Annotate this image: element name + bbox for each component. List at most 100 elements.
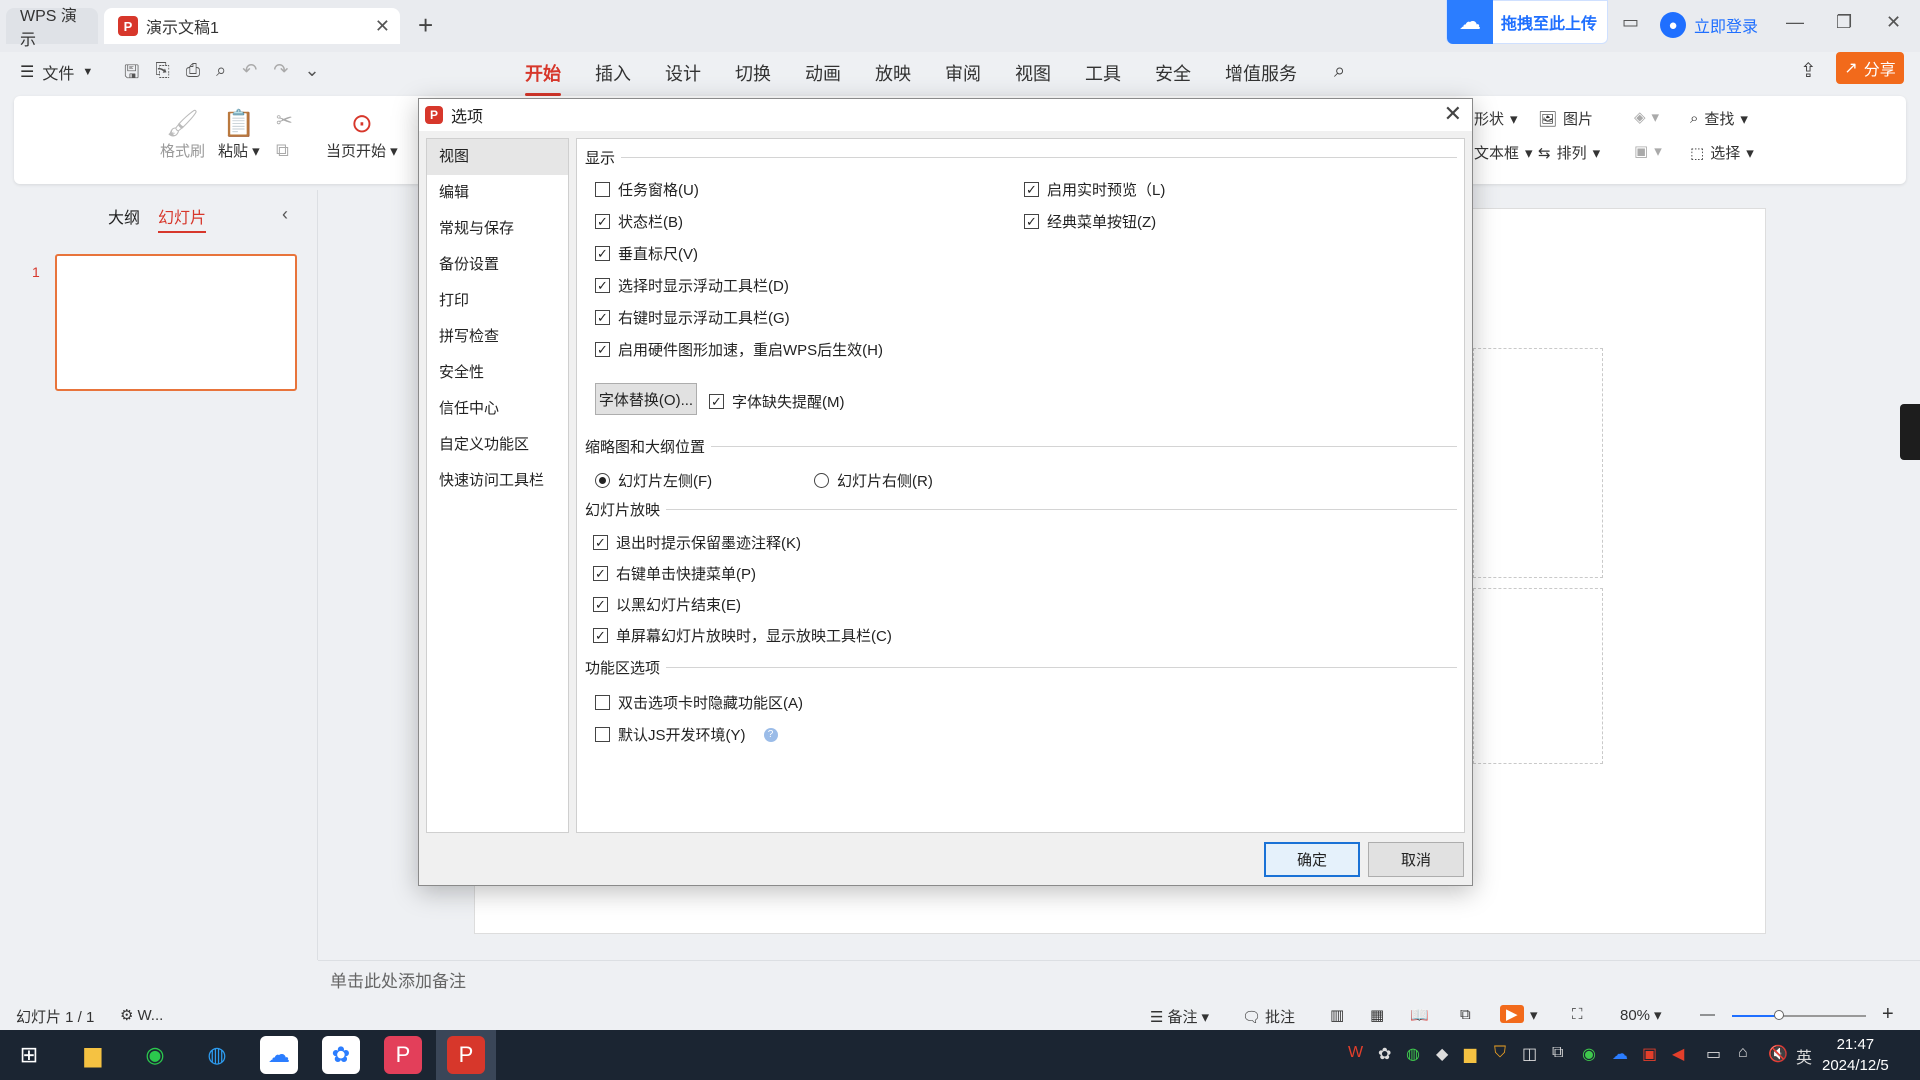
code-tray-icon[interactable]: ◆	[1436, 1044, 1448, 1064]
option-checkbox[interactable]: 默认JS开发环境(Y)?	[595, 724, 778, 745]
thumb-position-radio[interactable]: 幻灯片左侧(F)	[595, 470, 712, 491]
tab-3[interactable]: 切换	[718, 52, 788, 96]
options-nav-item[interactable]: 备份设置	[427, 247, 568, 283]
notification-tray-icon[interactable]: ◀	[1672, 1044, 1684, 1064]
wechat-tray-icon[interactable]: ◉	[1582, 1044, 1596, 1064]
app-home-tab[interactable]: WPS 演示	[6, 8, 98, 49]
options-nav-item[interactable]: 安全性	[427, 355, 568, 391]
option-checkbox[interactable]: ✓ 选择时显示浮动工具栏(D)	[595, 275, 789, 296]
cloud-app-icon[interactable]: ☁	[260, 1036, 298, 1074]
tab-slides[interactable]: 幻灯片	[158, 204, 207, 233]
print-preview-icon[interactable]: ⌕	[216, 60, 226, 90]
reading-view-icon[interactable]: 📖	[1410, 1006, 1429, 1024]
print-icon[interactable]: ⎙	[186, 60, 200, 90]
option-checkbox[interactable]: ✓ 单屏幕幻灯片放映时，显示放映工具栏(C)	[593, 625, 892, 646]
close-window-icon[interactable]: ✕	[1886, 12, 1901, 33]
option-checkbox[interactable]: 双击选项卡时隐藏功能区(A)	[595, 692, 803, 713]
cancel-button[interactable]: 取消	[1368, 842, 1464, 877]
edge-browser-icon[interactable]: ◍	[198, 1036, 236, 1074]
zoom-slider-knob[interactable]	[1773, 1010, 1784, 1020]
options-nav-item[interactable]: 拼写检查	[427, 319, 568, 355]
collapse-panel-icon[interactable]: ‹	[282, 204, 288, 225]
window-tile-icon[interactable]: ▭	[1622, 12, 1639, 33]
option-checkbox[interactable]: ✓ 经典菜单按钮(Z)	[1024, 211, 1156, 232]
restore-icon[interactable]: ❐	[1836, 12, 1852, 33]
cloud-tray-icon[interactable]: ☁	[1612, 1044, 1628, 1064]
login-button[interactable]: ● 立即登录	[1660, 12, 1758, 38]
help-icon[interactable]: ?	[763, 727, 778, 742]
tab-6[interactable]: 审阅	[928, 52, 998, 96]
select-button[interactable]: ⬚ 选择 ▾	[1690, 142, 1754, 163]
tab-7[interactable]: 视图	[998, 52, 1068, 96]
wps-office-icon[interactable]: P	[384, 1036, 422, 1074]
copy-icon[interactable]: ⧉	[276, 140, 289, 161]
option-checkbox[interactable]: ✓ 右键时显示浮动工具栏(G)	[595, 307, 790, 328]
textbox-button[interactable]: 文本框 ▾	[1474, 142, 1533, 163]
title-placeholder[interactable]	[1473, 348, 1603, 578]
tab-5[interactable]: 放映	[858, 52, 928, 96]
ime-indicator[interactable]: 英	[1796, 1044, 1812, 1068]
shape-button[interactable]: 形状 ▾	[1474, 108, 1518, 129]
tab-10[interactable]: 增值服务	[1208, 52, 1314, 96]
baidu-netdisk-icon[interactable]: ✿	[322, 1036, 360, 1074]
wps-tray-icon[interactable]: W	[1348, 1044, 1363, 1062]
side-panel-handle[interactable]	[1900, 404, 1920, 460]
option-checkbox[interactable]: 任务窗格(U)	[595, 179, 699, 200]
window-tray-icon[interactable]: ⧉	[1552, 1044, 1563, 1062]
play-from-current-button[interactable]: ⊙ 当页开始 ▾	[326, 106, 398, 161]
zoom-level[interactable]: 80% ▾	[1620, 1006, 1662, 1025]
windows-start-icon[interactable]: ⊞	[10, 1036, 48, 1074]
options-nav-item[interactable]: 自定义功能区	[427, 427, 568, 463]
document-tab[interactable]: P 演示文稿1 ✕	[104, 8, 400, 44]
zoom-out-icon[interactable]: —	[1700, 1006, 1715, 1023]
tab-8[interactable]: 工具	[1068, 52, 1138, 96]
slide-thumbnail[interactable]	[55, 254, 297, 391]
tab-2[interactable]: 设计	[648, 52, 718, 96]
notes-toggle[interactable]: ☰ 备注 ▾	[1150, 1006, 1209, 1027]
fit-window-icon[interactable]: ⛶	[1572, 1006, 1583, 1023]
tab-outline[interactable]: 大纲	[108, 204, 140, 233]
network-icon[interactable]: ⌂	[1738, 1044, 1748, 1062]
edge-tray-icon[interactable]: ◍	[1406, 1044, 1420, 1064]
tab-1[interactable]: 插入	[578, 52, 648, 96]
option-checkbox[interactable]: ✓ 状态栏(B)	[595, 211, 683, 232]
new-tab-button[interactable]: +	[418, 12, 433, 38]
options-nav-item[interactable]: 信任中心	[427, 391, 568, 427]
zoom-slider[interactable]	[1732, 1010, 1866, 1020]
tab-0[interactable]: 开始	[508, 52, 578, 96]
wechat-icon[interactable]: ◉	[136, 1036, 174, 1074]
options-nav-item[interactable]: 打印	[427, 283, 568, 319]
paste-button[interactable]: 📋 粘贴 ▾	[218, 106, 260, 161]
subtitle-placeholder[interactable]	[1473, 588, 1603, 764]
theme-indicator[interactable]: ⚙ W...	[120, 1006, 163, 1025]
option-checkbox[interactable]: ✓ 启用硬件图形加速，重启WPS后生效(H)	[595, 339, 883, 360]
presenter-icon[interactable]: ⧉	[1460, 1006, 1471, 1023]
close-tab-icon[interactable]: ✕	[375, 16, 390, 37]
netdisk-tray-icon[interactable]: ✿	[1378, 1044, 1391, 1064]
upload-button[interactable]: ☁ 拖拽至此上传	[1446, 0, 1608, 44]
options-nav-item[interactable]: 编辑	[427, 175, 568, 211]
zoom-in-icon[interactable]: +	[1882, 1003, 1894, 1026]
undo-icon[interactable]: ↶	[242, 60, 257, 90]
file-menu[interactable]: ☰ 文件 ▼	[20, 60, 93, 84]
file-explorer-icon[interactable]: ▆	[74, 1036, 112, 1074]
system-clock[interactable]: 21:47 2024/12/5	[1822, 1034, 1889, 1076]
battery-icon[interactable]: ▭	[1706, 1044, 1721, 1064]
option-checkbox[interactable]: ✓ 垂直标尺(V)	[595, 243, 698, 264]
option-checkbox[interactable]: ✓ 退出时提示保留墨迹注释(K)	[593, 532, 801, 553]
cut-icon[interactable]: ✂	[276, 108, 293, 133]
option-checkbox[interactable]: ✓ 启用实时预览（L)	[1024, 179, 1165, 200]
options-nav-item[interactable]: 快速访问工具栏	[427, 463, 568, 499]
tab-4[interactable]: 动画	[788, 52, 858, 96]
font-missing-checkbox[interactable]: ✓ 字体缺失提醒(M)	[709, 391, 845, 412]
cloud-sync-icon[interactable]: ⇪	[1800, 58, 1817, 83]
minimize-icon[interactable]: —	[1786, 12, 1804, 33]
options-nav-item[interactable]: 视图	[427, 139, 568, 175]
shield-icon[interactable]: ⛉	[1494, 1044, 1506, 1062]
redo-icon[interactable]: ↷	[273, 60, 288, 90]
normal-view-icon[interactable]: ▥	[1330, 1006, 1344, 1024]
search-icon[interactable]: ⌕	[1334, 60, 1345, 83]
image-button[interactable]: 🖼 图片	[1538, 108, 1593, 129]
app-tray-icon[interactable]: ▣	[1642, 1044, 1657, 1064]
slide-sorter-icon[interactable]: ▦	[1370, 1006, 1384, 1024]
